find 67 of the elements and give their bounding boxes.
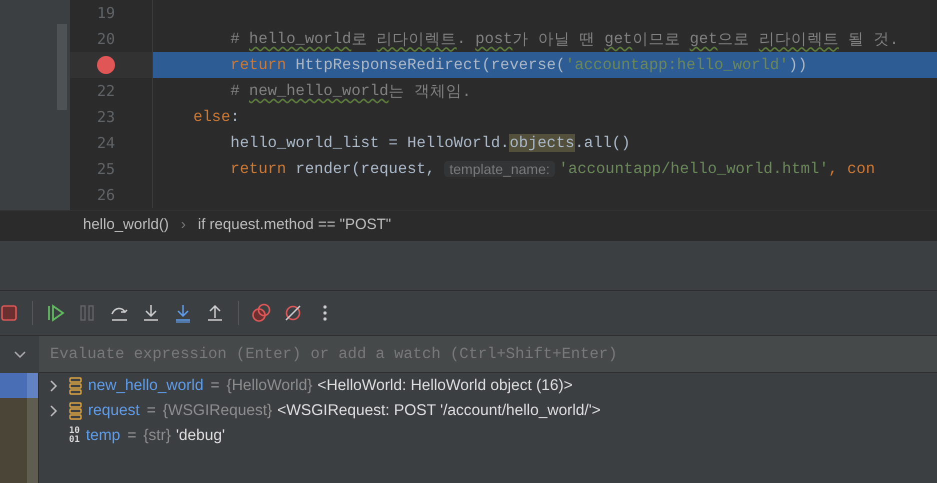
breadcrumb[interactable]: hello_world() <box>83 214 169 237</box>
code-text: hello_world_list = HelloWorld. <box>229 134 510 152</box>
breakpoint-icon[interactable] <box>97 56 115 74</box>
code-keyword: else <box>192 108 230 126</box>
equals-sign: = <box>146 400 156 421</box>
mute-breakpoints-icon[interactable] <box>284 303 303 323</box>
variable-name: temp <box>86 426 120 446</box>
code-comment: # <box>229 30 241 48</box>
variable-type: {str} <box>143 426 171 446</box>
expand-chevron-icon[interactable] <box>50 404 58 416</box>
misspelled-word: get <box>604 30 632 48</box>
code-text: HttpResponseRedirect(reverse( <box>294 56 566 74</box>
string-literal: 'accountapp:hello_world' <box>565 56 789 74</box>
line-number: 19 <box>96 4 116 22</box>
step-into-icon[interactable] <box>142 303 161 323</box>
code-comment: . <box>456 30 467 48</box>
misspelled-word: new_hello_world <box>249 82 389 100</box>
misspelled-word: 리다이렉트 <box>758 30 839 50</box>
variable-value: <HelloWorld: HelloWorld object (16)> <box>317 376 573 396</box>
object-icon <box>69 402 82 420</box>
variable-value: <WSGIRequest: POST '/account/hello_world/'> <box>277 400 601 421</box>
resume-icon[interactable] <box>46 303 65 323</box>
code-comment: 가 아닐 땐 <box>512 30 596 50</box>
code-comment: # <box>229 82 241 100</box>
code-text: .all() <box>574 134 630 152</box>
code-comment: 는 객체임. <box>388 82 472 102</box>
equals-sign: = <box>127 426 136 446</box>
step-out-icon[interactable] <box>206 303 225 323</box>
line-number: 23 <box>96 108 116 126</box>
variable-type: {WSGIRequest} <box>162 400 272 421</box>
expand-chevron-icon[interactable] <box>50 380 58 392</box>
highlighted-word: objects <box>509 134 575 152</box>
code-comment: 이므로 <box>632 30 682 50</box>
code-keyword: , con <box>828 160 876 178</box>
variable-type: {HelloWorld} <box>226 376 312 396</box>
code-text: : <box>230 108 240 126</box>
string-literal: 'accountapp/hello_world.html' <box>558 160 829 178</box>
breadcrumb-separator: › <box>180 215 186 236</box>
line-number: 24 <box>96 134 116 152</box>
code-comment: 로 <box>351 30 368 50</box>
line-number: 26 <box>96 186 116 204</box>
misspelled-word: get <box>690 30 718 48</box>
step-into-my-code-icon[interactable] <box>174 303 193 323</box>
collapse-chevron-icon[interactable] <box>14 350 26 358</box>
code-text: )) <box>788 56 808 74</box>
misspelled-word: post <box>475 30 512 48</box>
object-icon <box>69 376 82 394</box>
line-number: 22 <box>96 82 116 100</box>
misspelled-word: 리다이렉트 <box>376 30 457 50</box>
misspelled-word: hello_world <box>249 30 352 48</box>
variable-name: new_hello_world <box>88 376 204 396</box>
stop-icon[interactable] <box>0 303 19 323</box>
line-number: 25 <box>96 160 116 178</box>
breadcrumb[interactable]: if request.method == "POST" <box>198 214 392 237</box>
number-type-icon: 10 01 <box>69 426 80 444</box>
equals-sign: = <box>210 376 220 396</box>
parameter-hint: template_name: <box>444 161 555 177</box>
code-comment: 으로 <box>718 30 751 50</box>
code-keyword: return <box>229 160 286 178</box>
code-keyword: return <box>229 56 286 74</box>
code-comment: 될 것. <box>847 30 899 50</box>
breakpoints-icon[interactable] <box>252 303 271 323</box>
variable-name: request <box>88 400 140 421</box>
line-number: 20 <box>96 30 116 48</box>
selected-frame-marker <box>27 373 38 398</box>
code-text: render(request, <box>294 160 436 178</box>
variable-value: 'debug' <box>176 426 225 446</box>
